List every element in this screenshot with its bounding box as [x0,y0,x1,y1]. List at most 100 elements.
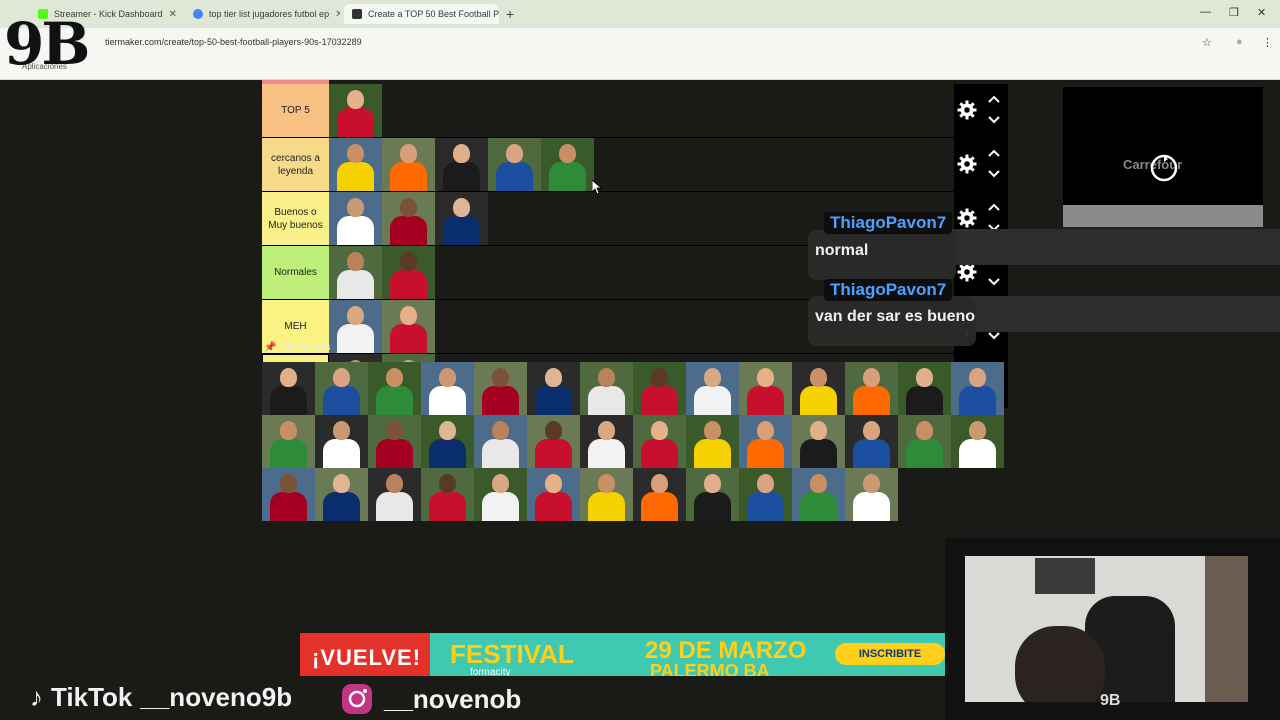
pool-player-thumbnail[interactable] [527,468,580,521]
move-up-icon[interactable] [988,94,1000,104]
tier-player-thumbnail[interactable] [329,246,382,299]
pool-player-thumbnail[interactable] [686,362,739,415]
minimize-icon[interactable]: — [1200,6,1211,18]
menu-icon[interactable]: ⋮ [1262,36,1273,49]
pool-player-thumbnail[interactable] [421,415,474,468]
pool-player-thumbnail[interactable] [845,415,898,468]
tier-player-thumbnail[interactable] [382,246,435,299]
player-shirt [337,216,374,245]
pool-player-thumbnail[interactable] [951,415,1004,468]
pool-player-thumbnail[interactable] [686,468,739,521]
bookmark-star-icon[interactable]: ☆ [1202,36,1212,49]
pool-player-thumbnail[interactable] [262,468,315,521]
player-shirt [535,386,572,415]
player-shirt [694,386,731,415]
player-face [453,144,470,163]
player-shirt [641,492,678,521]
pin-images[interactable]: 📌 Pin Images [264,342,330,353]
pool-player-thumbnail[interactable] [527,362,580,415]
close-icon[interactable]: ✕ [335,9,340,20]
pool-player-thumbnail[interactable] [580,415,633,468]
player-face [347,252,364,271]
pool-player-thumbnail[interactable] [315,468,368,521]
profile-icon[interactable]: ● [1236,36,1243,48]
move-down-icon[interactable] [988,331,1000,341]
ad-right[interactable]: Carrefour [1063,87,1263,255]
ad-button[interactable]: INSCRIBITE [835,643,945,665]
player-face [863,474,880,493]
pool-player-thumbnail[interactable] [633,362,686,415]
tier-label[interactable]: Buenos o Muy buenos [262,192,329,245]
pool-player-thumbnail[interactable] [262,362,315,415]
tier-player-thumbnail[interactable] [435,192,488,245]
pool-player-thumbnail[interactable] [474,362,527,415]
pool-player-thumbnail[interactable] [527,415,580,468]
tier-player-thumbnail[interactable] [382,138,435,191]
pool-player-thumbnail[interactable] [739,468,792,521]
move-up-icon[interactable] [988,202,1000,212]
player-face [598,474,615,493]
tier-player-thumbnail[interactable] [329,138,382,191]
pool-player-thumbnail[interactable] [792,468,845,521]
pool-player-thumbnail[interactable] [633,468,686,521]
pool-player-thumbnail[interactable] [951,362,1004,415]
player-face [598,368,615,387]
close-icon[interactable]: ✕ [169,9,177,20]
pool-player-thumbnail[interactable] [686,415,739,468]
pool-player-thumbnail[interactable] [315,362,368,415]
tier-player-thumbnail[interactable] [382,192,435,245]
pool-player-thumbnail[interactable] [421,362,474,415]
tier-player-thumbnail[interactable] [488,138,541,191]
gear-icon[interactable] [957,100,977,120]
pool-player-thumbnail[interactable] [368,362,421,415]
pool-player-thumbnail[interactable] [580,468,633,521]
pool-player-thumbnail[interactable] [474,415,527,468]
player-shirt [482,386,519,415]
tier-player-thumbnail[interactable] [329,84,382,137]
tier-player-thumbnail[interactable] [329,192,382,245]
pool-player-thumbnail[interactable] [368,415,421,468]
gear-icon[interactable] [957,208,977,228]
browser-tab-google[interactable]: top tier list jugadores futbol ep ✕ [185,4,340,24]
chat-text: van der sar es bueno [815,308,976,325]
player-shirt [443,216,480,245]
pool-player-thumbnail[interactable] [421,468,474,521]
tier-label[interactable]: cercanos a leyenda [262,138,329,191]
pool-player-thumbnail[interactable] [898,415,951,468]
move-down-icon[interactable] [988,169,1000,179]
pool-player-thumbnail[interactable] [474,468,527,521]
new-tab-button[interactable]: + [506,6,514,22]
move-up-icon[interactable] [988,148,1000,158]
pool-player-thumbnail[interactable] [792,415,845,468]
tier-player-thumbnail[interactable] [329,300,382,353]
pool-player-thumbnail[interactable] [845,362,898,415]
pool-player-thumbnail[interactable] [262,415,315,468]
tier-player-thumbnail[interactable] [541,138,594,191]
pool-player-thumbnail[interactable] [580,362,633,415]
pool-player-thumbnail[interactable] [739,415,792,468]
cam-logo: 9B [1100,692,1121,709]
pool-player-thumbnail[interactable] [368,468,421,521]
tier-player-thumbnail[interactable] [382,300,435,353]
gear-icon[interactable] [957,262,977,282]
player-face [704,474,721,493]
restore-icon[interactable]: ❐ [1229,6,1239,19]
pool-player-thumbnail[interactable] [845,468,898,521]
ad-bottom[interactable]: ¡VUELVE! FESTIVAL formacity 29 DE MARZO … [300,633,945,676]
move-down-icon[interactable] [988,115,1000,125]
tier-player-thumbnail[interactable] [435,138,488,191]
tier-label[interactable]: Normales [262,246,329,299]
tier-label[interactable]: TOP 5 [262,84,329,137]
gear-icon[interactable] [957,154,977,174]
pool-player-thumbnail[interactable] [315,415,368,468]
close-window-icon[interactable]: ✕ [1257,6,1266,19]
tier-row: cercanos a leyenda [262,138,1008,192]
move-down-icon[interactable] [988,277,1000,287]
tier-controls [954,138,1008,192]
pool-player-thumbnail[interactable] [792,362,845,415]
browser-tab-tiermaker[interactable]: Create a TOP 50 Best Football P ✕ [344,4,499,24]
pool-player-thumbnail[interactable] [633,415,686,468]
pool-player-thumbnail[interactable] [898,362,951,415]
pool-player-thumbnail[interactable] [739,362,792,415]
url-field[interactable]: tiermaker.com/create/top-50-best-footbal… [105,37,362,47]
